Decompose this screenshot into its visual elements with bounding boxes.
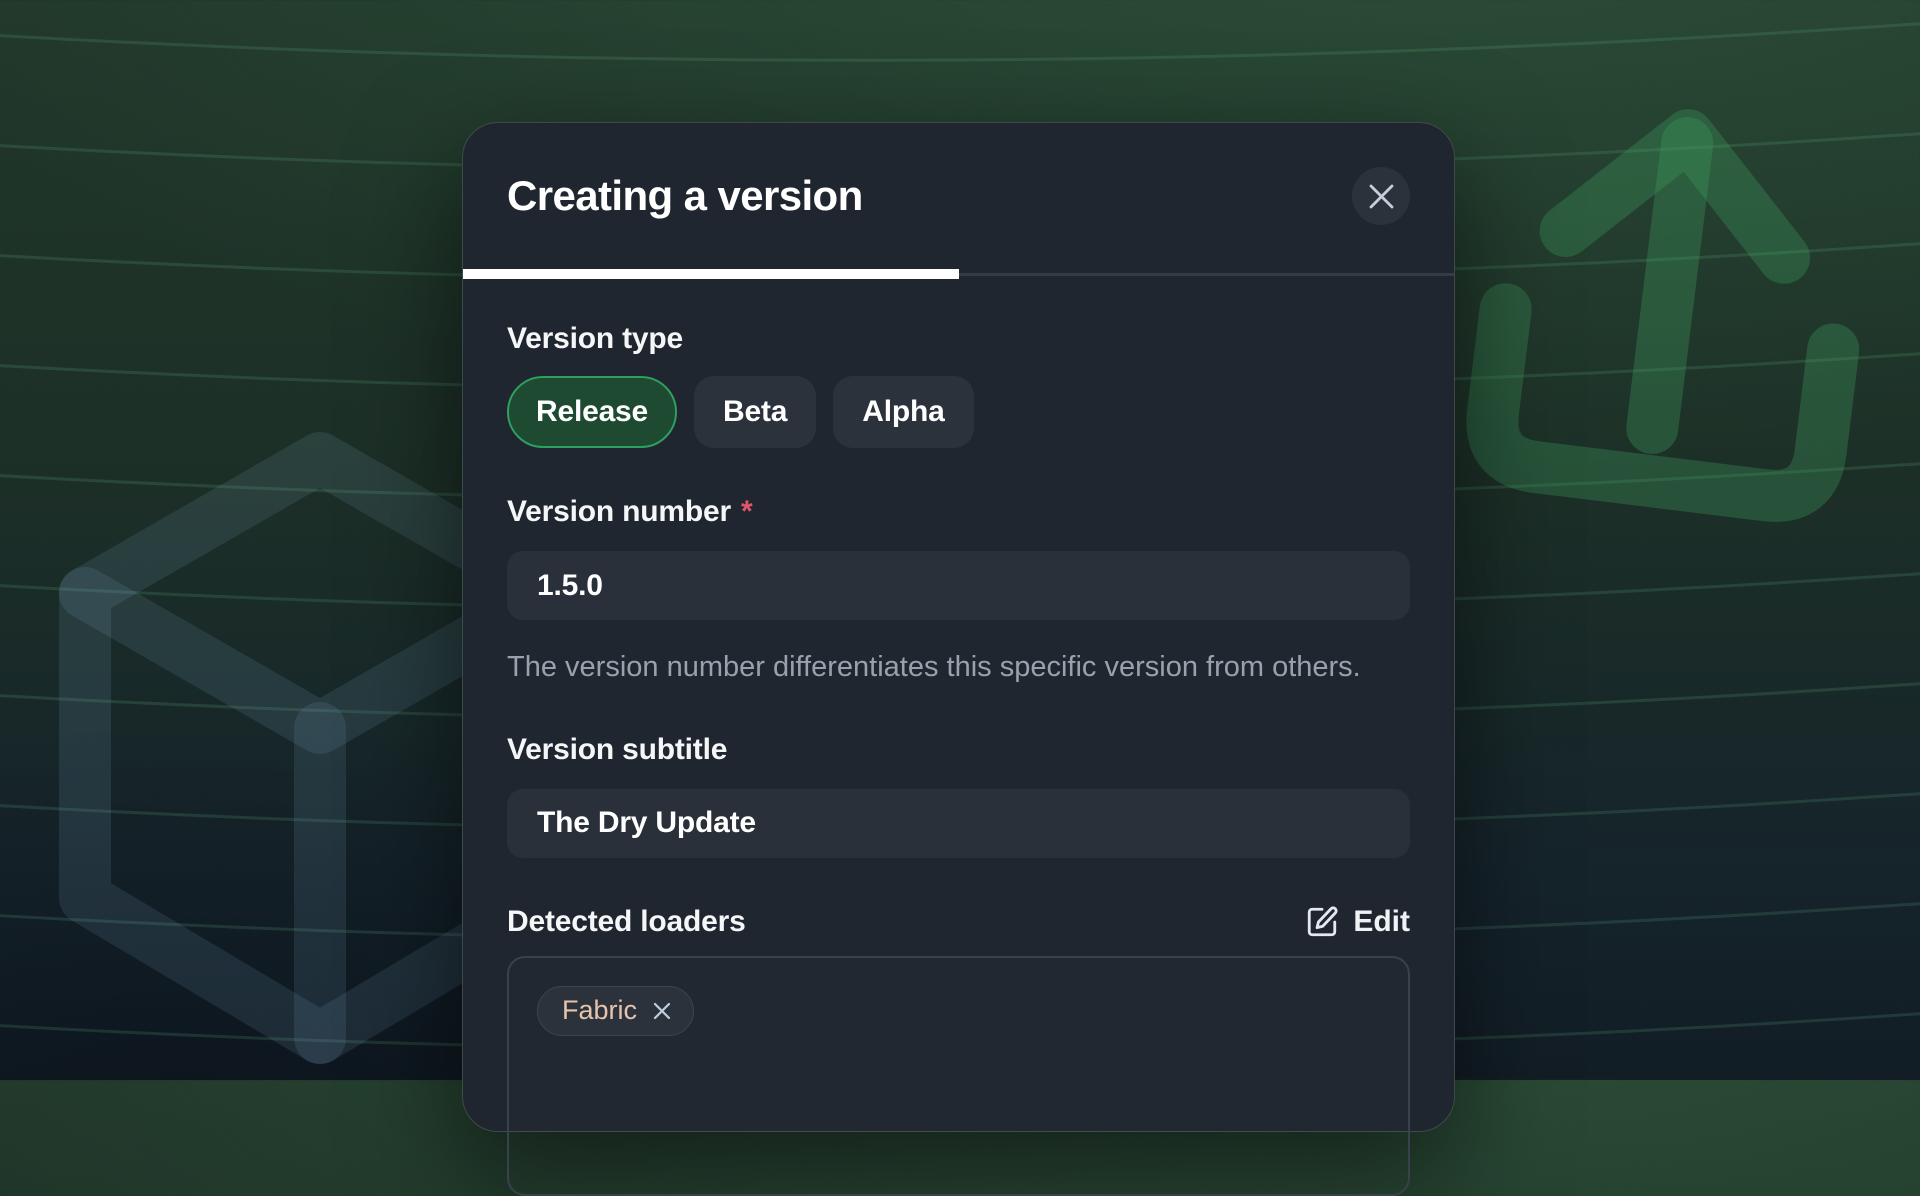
progress-bar	[463, 269, 1454, 279]
close-icon	[1368, 183, 1395, 210]
version-type-alpha-button[interactable]: Alpha	[833, 376, 973, 448]
progress-fill	[463, 269, 959, 279]
version-subtitle-input[interactable]	[507, 789, 1410, 858]
detected-loaders-row: Detected loaders Edit	[507, 904, 1410, 940]
version-type-release-button[interactable]: Release	[507, 376, 677, 448]
detected-loaders-container: Fabric	[507, 956, 1410, 1196]
version-number-help: The version number differentiates this s…	[507, 646, 1387, 690]
create-version-modal: Creating a version Version type Release …	[462, 122, 1455, 1132]
version-subtitle-label: Version subtitle	[507, 732, 1410, 768]
detected-loaders-label: Detected loaders	[507, 904, 746, 940]
edit-icon	[1305, 905, 1339, 939]
loader-chip-fabric[interactable]: Fabric	[537, 986, 694, 1036]
version-number-label: Version number*	[507, 494, 1410, 530]
loader-chip-label: Fabric	[562, 995, 637, 1026]
upload-arrow-decoration-icon	[1440, 85, 1910, 565]
version-number-input[interactable]	[507, 551, 1410, 620]
version-type-beta-button[interactable]: Beta	[694, 376, 816, 448]
close-button[interactable]	[1352, 167, 1410, 225]
modal-content: Version type Release Beta Alpha Version …	[463, 279, 1454, 1196]
edit-label: Edit	[1353, 905, 1410, 939]
remove-loader-icon[interactable]	[651, 1000, 673, 1022]
modal-header: Creating a version	[463, 123, 1454, 269]
required-asterisk: *	[741, 495, 752, 528]
modal-title: Creating a version	[507, 172, 863, 220]
version-type-label: Version type	[507, 321, 1410, 357]
version-type-options: Release Beta Alpha	[507, 376, 1410, 448]
edit-loaders-button[interactable]: Edit	[1305, 905, 1410, 939]
